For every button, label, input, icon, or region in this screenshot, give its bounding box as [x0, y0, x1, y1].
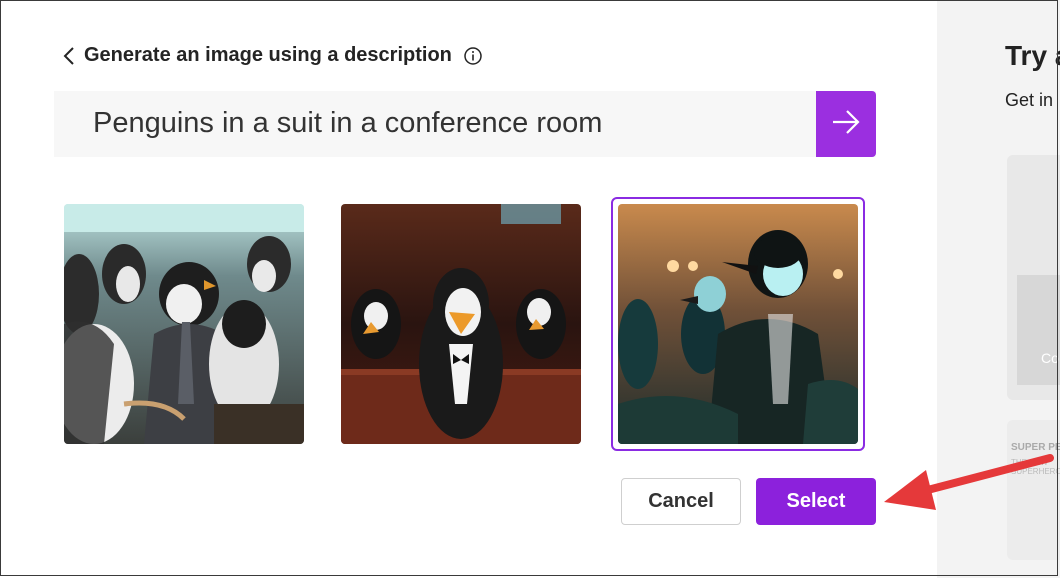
template-card-image	[1017, 275, 1060, 385]
template-card-text: Co	[1041, 350, 1059, 366]
right-panel-title: Try a	[1005, 40, 1060, 71]
generate-button[interactable]	[816, 91, 876, 157]
generated-image-3[interactable]	[618, 204, 858, 444]
right-panel-subtitle: Get in	[1005, 90, 1054, 110]
select-button[interactable]: Select	[756, 478, 876, 525]
generated-image-1[interactable]	[64, 204, 304, 444]
annotation-arrow	[884, 454, 1054, 510]
cancel-button[interactable]: Cancel	[621, 478, 741, 525]
dialog-header: Generate an image using a description	[62, 44, 482, 67]
arrow-right-icon	[831, 109, 861, 140]
template-card[interactable]: Co	[1007, 155, 1060, 400]
prompt-input[interactable]: Penguins in a suit in a conference room	[54, 91, 876, 157]
prompt-input-value: Penguins in a suit in a conference room	[93, 107, 603, 139]
generated-image-2[interactable]	[341, 204, 581, 444]
chevron-left-icon[interactable]	[62, 46, 76, 66]
info-icon[interactable]	[464, 46, 482, 65]
dialog-title: Generate an image using a description	[84, 44, 452, 66]
